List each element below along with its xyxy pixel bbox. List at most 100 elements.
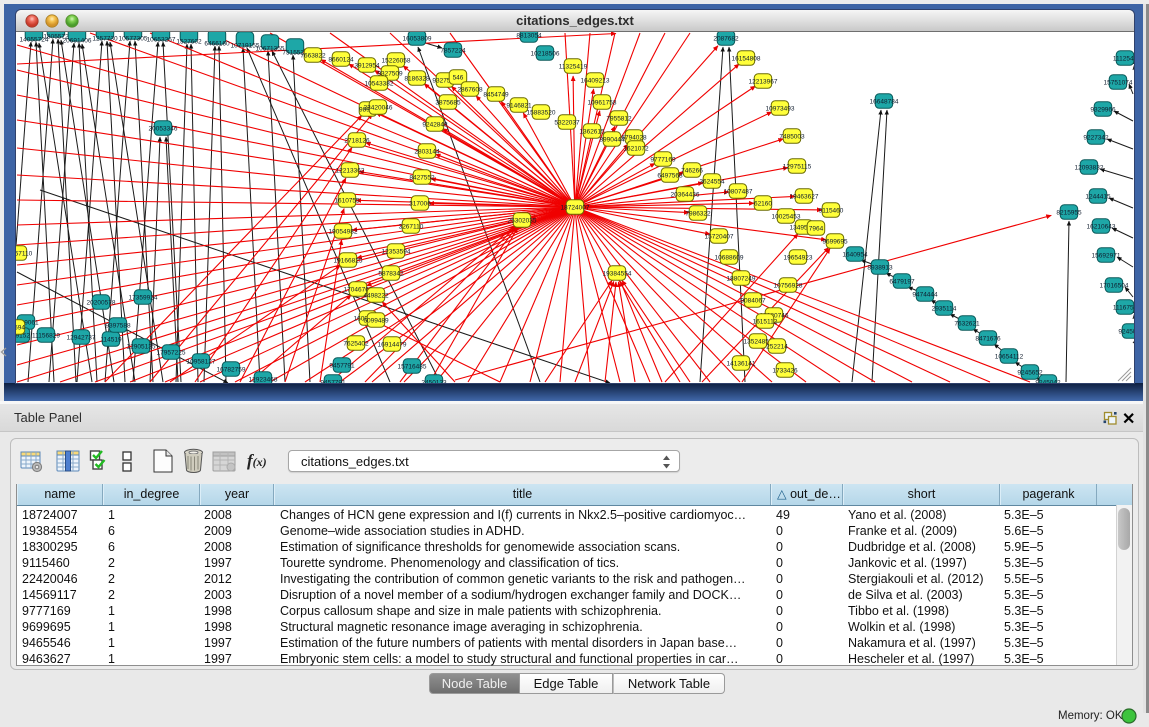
svg-text:1733426: 1733426 (772, 367, 798, 374)
svg-text:62160: 62160 (754, 200, 772, 207)
svg-text:9242848: 9242848 (422, 121, 448, 128)
svg-text:20691406: 20691406 (63, 38, 92, 45)
svg-text:16648784: 16648784 (870, 98, 899, 105)
svg-text:10653267: 10653267 (147, 37, 176, 44)
svg-text:17957225: 17957225 (157, 349, 186, 356)
svg-text:8215955: 8215955 (1056, 209, 1082, 216)
svg-text:15883520: 15883520 (527, 109, 556, 116)
svg-text:7955812: 7955812 (606, 115, 632, 122)
svg-text:10577305: 10577305 (119, 36, 148, 43)
svg-text:8813054: 8813054 (516, 32, 542, 39)
svg-text:2803144: 2803144 (414, 148, 440, 155)
svg-text:16782759: 16782759 (217, 366, 246, 373)
svg-text:8660124: 8660124 (328, 56, 354, 63)
svg-text:6497568: 6497568 (657, 172, 683, 179)
svg-text:18807249: 18807249 (727, 275, 756, 282)
svg-text:10807487: 10807487 (724, 188, 753, 195)
svg-text:10756928: 10756928 (774, 282, 803, 289)
svg-text:10025453: 10025453 (772, 213, 801, 220)
svg-text:10671355: 10671355 (256, 46, 285, 53)
svg-text:16914479: 16914479 (378, 341, 407, 348)
svg-text:10688609: 10688609 (715, 254, 744, 261)
svg-text:7632621: 7632621 (954, 320, 980, 327)
svg-text:9474444: 9474444 (912, 291, 938, 298)
svg-text:12213967: 12213967 (749, 78, 778, 85)
svg-text:1116753: 1116753 (1113, 304, 1134, 311)
svg-text:317006: 317006 (409, 200, 431, 207)
svg-text:9457791: 9457791 (329, 362, 355, 369)
svg-text:1244415: 1244415 (1085, 193, 1111, 200)
svg-text:9146821: 9146821 (506, 102, 532, 109)
svg-text:13267110: 13267110 (16, 250, 33, 257)
svg-text:19166825: 19166825 (334, 257, 363, 264)
svg-text:19384554: 19384554 (603, 270, 632, 277)
svg-text:8186328: 8186328 (404, 75, 430, 82)
svg-text:12942737: 12942737 (67, 334, 96, 341)
svg-text:17359924: 17359924 (129, 294, 158, 301)
svg-text:14136141: 14136141 (727, 360, 756, 367)
svg-text:12353594: 12353594 (382, 248, 411, 255)
svg-text:1527602: 1527602 (176, 39, 202, 46)
svg-text:15716485: 15716485 (398, 363, 427, 370)
svg-text:12213362: 12213362 (336, 167, 365, 174)
svg-text:15692971: 15692971 (1092, 252, 1121, 259)
svg-text:1257730: 1257730 (92, 36, 118, 43)
svg-text:8990444: 8990444 (599, 136, 625, 143)
svg-text:15720407: 15720407 (705, 233, 734, 240)
svg-text:6794028: 6794028 (621, 134, 647, 141)
svg-text:546: 546 (453, 74, 464, 81)
svg-text:2450123: 2450123 (421, 379, 447, 383)
svg-text:7625402: 7625402 (343, 340, 369, 347)
svg-text:8454749: 8454749 (483, 91, 509, 98)
svg-text:9699695: 9699695 (822, 238, 848, 245)
svg-text:9084067: 9084067 (740, 297, 766, 304)
svg-text:10543382: 10543382 (365, 80, 394, 87)
svg-text:2718126: 2718126 (344, 137, 370, 144)
svg-text:2935114: 2935114 (932, 305, 957, 312)
svg-text:7964: 7964 (809, 225, 824, 232)
svg-text:10958127: 10958127 (187, 358, 216, 365)
svg-text:9115460: 9115460 (819, 207, 844, 214)
svg-text:15751074: 15751074 (1104, 79, 1133, 86)
svg-text:19654923: 19654923 (784, 254, 813, 261)
svg-text:1610755: 1610755 (334, 197, 360, 204)
svg-text:12975115: 12975115 (783, 163, 812, 170)
svg-text:5322037: 5322037 (554, 119, 580, 126)
svg-text:4498222: 4498222 (363, 292, 389, 299)
svg-text:8471676: 8471676 (975, 335, 1001, 342)
svg-text:11156829: 11156829 (32, 332, 60, 339)
svg-text:3624554: 3624554 (699, 178, 725, 185)
svg-text:5878342: 5878342 (378, 270, 404, 277)
svg-text:9245652: 9245652 (1017, 369, 1043, 376)
svg-text:15226058: 15226058 (382, 57, 411, 64)
svg-text:9329966: 9329966 (1090, 106, 1116, 113)
svg-text:6099489: 6099489 (363, 317, 389, 324)
svg-text:114519: 114519 (100, 336, 122, 343)
svg-text:16210643: 16210643 (1087, 223, 1116, 230)
svg-text:3267110: 3267110 (399, 223, 424, 230)
svg-text:25302035: 25302035 (508, 217, 537, 224)
svg-text:19463627: 19463627 (790, 193, 819, 200)
svg-text:18724007: 18724007 (561, 204, 590, 211)
svg-text:16409213: 16409213 (581, 77, 610, 84)
svg-text:746266: 746266 (681, 167, 703, 174)
svg-text:1362615: 1362615 (579, 128, 605, 135)
svg-text:1621072: 1621072 (623, 145, 649, 152)
svg-text:10973493: 10973493 (766, 105, 795, 112)
svg-text:53594: 53594 (16, 324, 25, 331)
svg-text:9245012: 9245012 (1118, 328, 1134, 335)
svg-text:10654112: 10654112 (995, 353, 1024, 360)
svg-text:8427552: 8427552 (409, 174, 435, 181)
svg-text:8938913: 8938913 (867, 264, 893, 271)
svg-text:2087682: 2087682 (713, 35, 739, 42)
svg-text:7663822: 7663822 (300, 52, 326, 59)
svg-text:7986322: 7986322 (685, 210, 711, 217)
svg-text:20053346: 20053346 (149, 125, 178, 132)
svg-text:19054982: 19054982 (329, 228, 358, 235)
svg-text:2867608: 2867608 (457, 86, 483, 93)
svg-text:9227342: 9227342 (1083, 134, 1109, 141)
svg-text:3912954: 3912954 (354, 62, 380, 69)
svg-text:6479197: 6479197 (889, 278, 915, 285)
svg-text:10961758: 10961758 (588, 99, 617, 106)
svg-text:9245042: 9245042 (1035, 379, 1061, 383)
